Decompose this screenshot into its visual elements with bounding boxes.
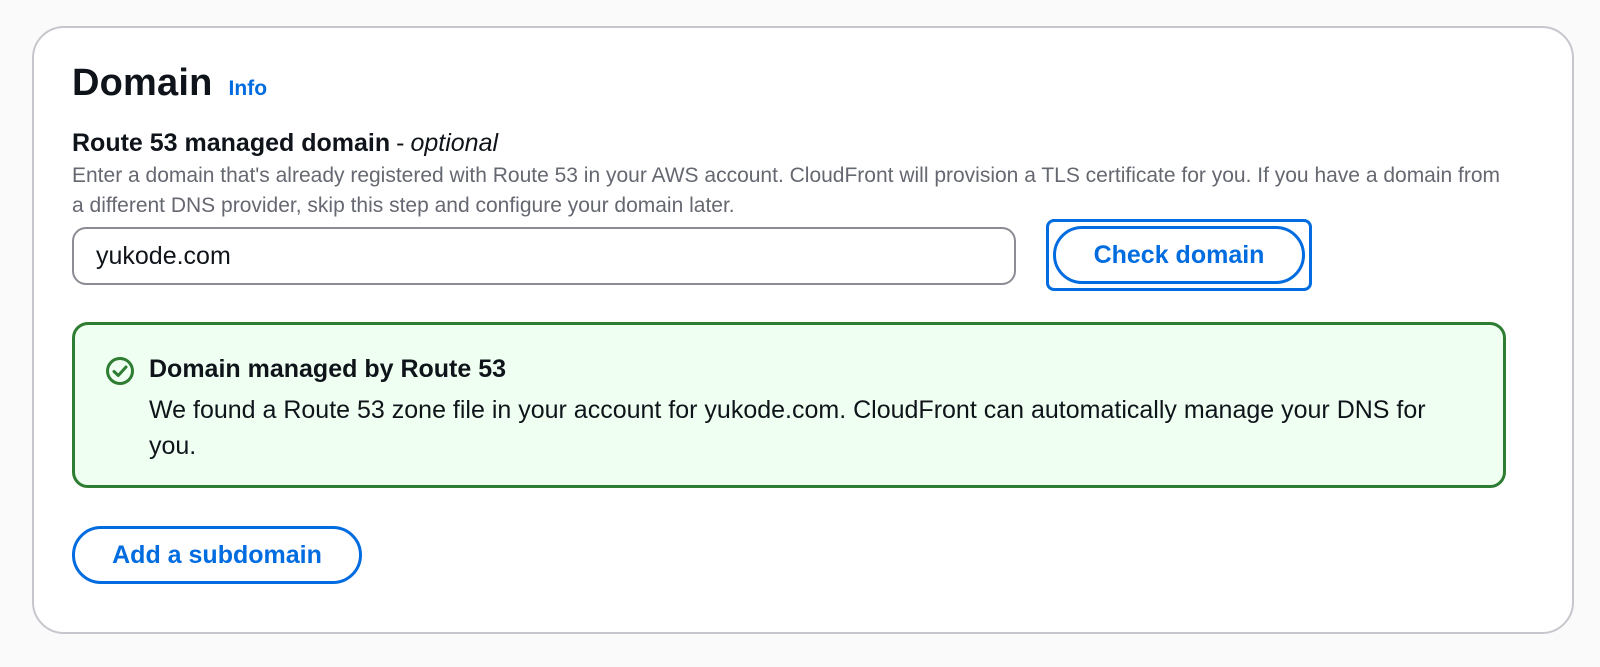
field-label-optional: optional [410,129,499,157]
domain-input[interactable] [72,227,1016,285]
section-header: Domain Info [72,62,267,105]
check-domain-focus-ring: Check domain [1046,219,1312,291]
check-domain-button[interactable]: Check domain [1053,226,1305,284]
add-subdomain-button[interactable]: Add a subdomain [72,526,362,584]
info-link[interactable]: Info [229,77,267,101]
domain-panel: Domain Info Route 53 managed domain - opti… [32,26,1574,634]
section-title: Domain [72,62,213,104]
success-alert: Domain managed by Route 53 We found a Ro… [72,322,1506,488]
field-label-text: Route 53 managed domain [72,129,391,157]
check-circle-icon [106,357,134,385]
field-label: Route 53 managed domain - optional [72,129,498,158]
field-label-separator: - [396,129,405,157]
alert-message: We found a Route 53 zone file in your ac… [149,396,1426,460]
alert-title: Domain managed by Route 53 [149,355,507,383]
field-description: Enter a domain that's already registered… [72,164,1501,217]
